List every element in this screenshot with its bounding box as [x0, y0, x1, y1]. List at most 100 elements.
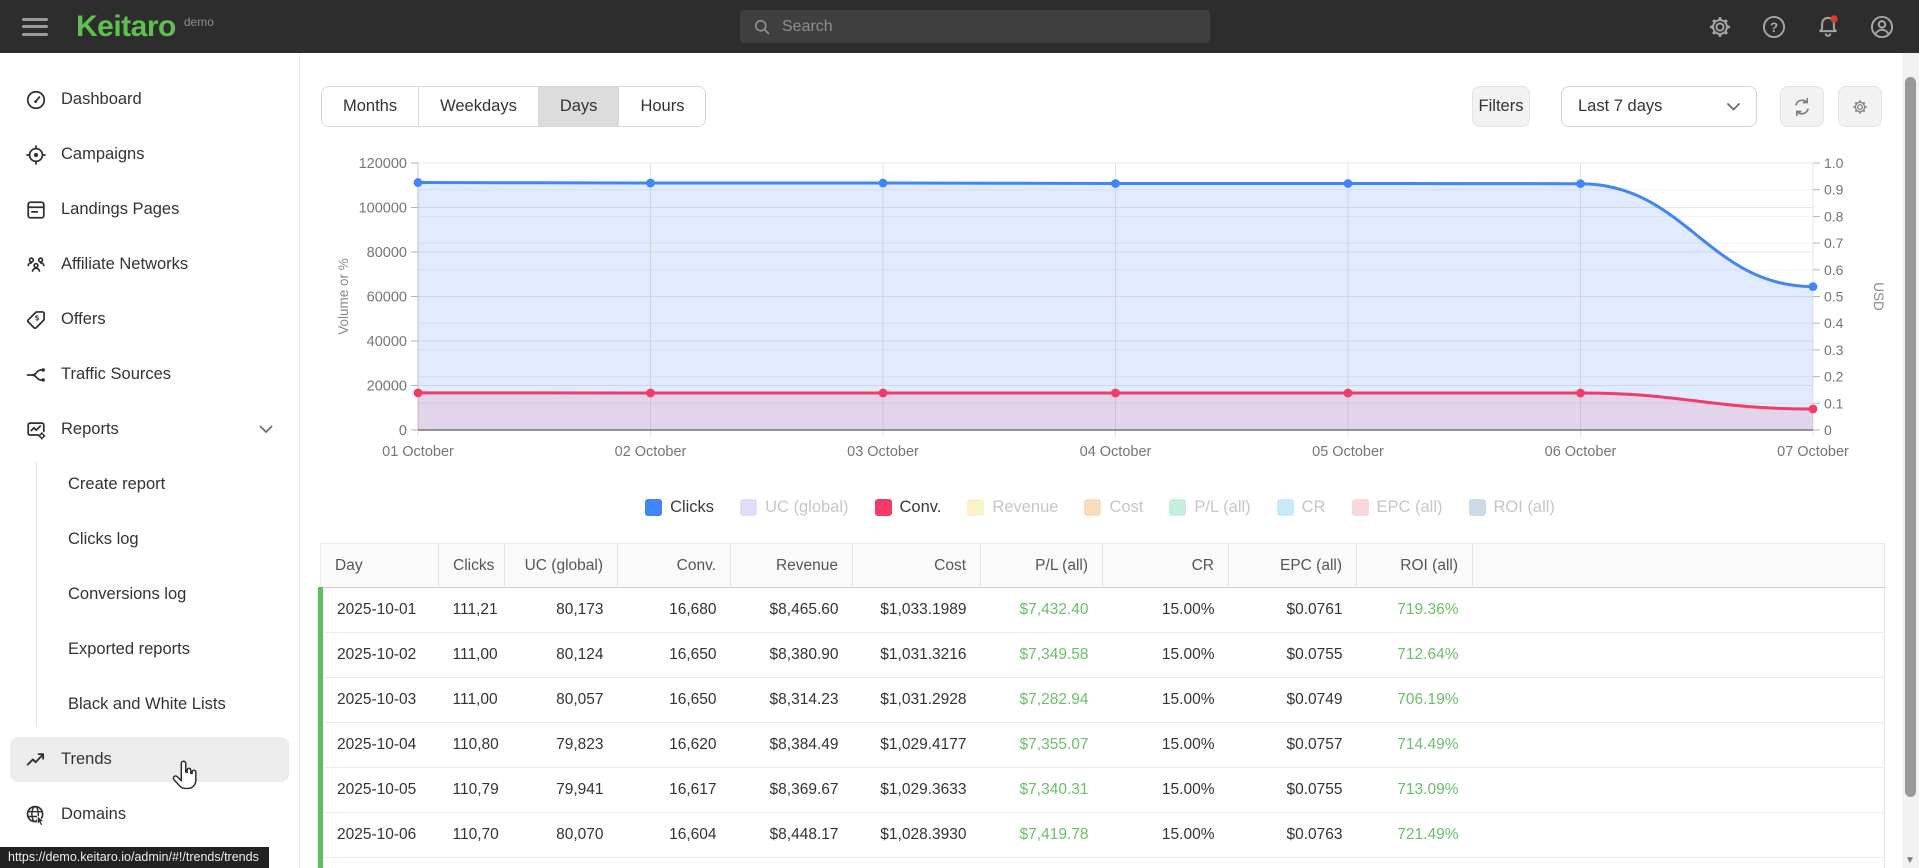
table-cell: 15.00%: [1102, 857, 1229, 868]
table-cell: $0.0751: [1228, 857, 1357, 868]
svg-text:20000: 20000: [367, 379, 407, 395]
table-cell: 79,941: [504, 767, 618, 813]
legend-label: EPC (all): [1376, 498, 1443, 516]
table-header-row: Day Clicks UC (global) Conv. Revenue Cost P/L …: [320, 543, 1885, 588]
svg-text:USD: USD: [1871, 282, 1886, 311]
date-range-select[interactable]: Last 7 days: [1561, 86, 1757, 127]
table-cell: $597.9863: [852, 857, 981, 868]
column-header[interactable]: Clicks: [438, 543, 505, 588]
traffic-sources-icon: [26, 367, 45, 382]
column-header[interactable]: CR: [1102, 543, 1229, 588]
table-cell: 110,80: [438, 722, 505, 768]
column-header[interactable]: UC (global): [504, 543, 618, 588]
notifications-bell-icon[interactable]: [1815, 14, 1841, 40]
table-cell: $8,369.67: [730, 767, 853, 813]
table-cell: 2025-10-01: [318, 587, 439, 633]
filters-button[interactable]: Filters: [1472, 86, 1530, 127]
trends-chart[interactable]: 0 20000 40000 60000 80000 100000 120000 0 0.1 0.2…: [318, 125, 1893, 475]
table-cell: $4,860.64: [730, 857, 853, 868]
sidebar-item-clicks-log[interactable]: Clicks log: [37, 517, 299, 562]
sidebar-item-conversions-log[interactable]: Conversions log: [37, 572, 299, 617]
sidebar-item-dashboard[interactable]: Dashboard: [0, 77, 299, 122]
legend-swatch: [1084, 499, 1102, 516]
legend-swatch: [967, 499, 985, 516]
table-cell: $7,355.07: [980, 722, 1103, 768]
status-url-bar: https://demo.keitaro.io/admin/#!/trends/…: [0, 847, 269, 868]
sidebar-item-affiliate-networks[interactable]: Affiliate Networks: [0, 242, 299, 287]
table-cell: 706.19%: [1356, 677, 1473, 723]
table-cell: $7,282.94: [980, 677, 1103, 723]
help-icon[interactable]: ?: [1761, 14, 1787, 40]
svg-text:0: 0: [399, 423, 407, 439]
tab-months[interactable]: Months: [322, 87, 420, 126]
legend-swatch: [1468, 499, 1486, 516]
table-cell: 16,650: [617, 632, 731, 678]
sidebar-item-landing-pages[interactable]: Landings Pages: [0, 187, 299, 232]
sidebar-item-exported-reports[interactable]: Exported reports: [37, 627, 299, 672]
account-icon[interactable]: [1869, 14, 1895, 40]
settings-gear-icon: [1853, 99, 1867, 114]
legend-swatch: [1351, 499, 1369, 516]
chevron-down-icon: [1727, 102, 1740, 111]
sidebar-item-domains[interactable]: Domains: [0, 792, 299, 837]
page-scrollbar[interactable]: ▼: [1902, 53, 1919, 868]
search-bar[interactable]: [740, 10, 1210, 43]
search-input[interactable]: [782, 17, 1182, 36]
table-cell: 110,79: [438, 767, 505, 813]
brand-logo[interactable]: Keitaro: [76, 10, 176, 44]
sidebar-item-black-and-white-lists[interactable]: Black and White Lists: [37, 682, 299, 727]
svg-text:02 October: 02 October: [615, 444, 687, 460]
sidebar-item-reports[interactable]: Reports: [0, 407, 299, 452]
chevron-down-icon: [259, 425, 273, 434]
sidebar-item-traffic-sources[interactable]: Traffic Sources: [0, 352, 299, 397]
legend-item[interactable]: ROI (all): [1468, 498, 1555, 517]
sidebar-item-trends[interactable]: Trends: [10, 737, 289, 782]
table-cell: 111,00: [438, 677, 505, 723]
table-cell: 2025-10-06: [318, 812, 439, 858]
chart-settings-button[interactable]: [1838, 86, 1882, 127]
table-cell: 80,124: [504, 632, 618, 678]
sidebar-item-label: Dashboard: [61, 90, 142, 108]
table-cell: 713.0%: [1356, 857, 1473, 868]
legend-item[interactable]: Revenue: [967, 498, 1058, 517]
svg-text:?: ?: [1770, 19, 1778, 34]
tab-weekdays[interactable]: Weekdays: [419, 87, 539, 126]
svg-text:0.7: 0.7: [1824, 235, 1844, 251]
table-cell: 16,604: [617, 812, 731, 858]
svg-text:80000: 80000: [367, 245, 407, 261]
table-cell: 713.09%: [1356, 767, 1473, 813]
column-header[interactable]: Day: [320, 543, 439, 588]
tab-hours[interactable]: Hours: [619, 87, 706, 126]
column-header[interactable]: EPC (all): [1228, 543, 1357, 588]
dashboard-icon: [26, 90, 46, 109]
sidebar-item-campaigns[interactable]: Campaigns: [0, 132, 299, 177]
table-cell: $0.0755: [1228, 767, 1357, 813]
legend-label: CR: [1301, 498, 1326, 516]
reports-icon: [27, 421, 46, 439]
column-header[interactable]: Revenue: [730, 543, 853, 588]
gear-icon[interactable]: [1707, 14, 1733, 40]
legend-item[interactable]: Cost: [1084, 498, 1143, 517]
refresh-button[interactable]: [1780, 86, 1824, 127]
column-header[interactable]: Cost: [852, 543, 981, 588]
tab-days[interactable]: Days: [538, 87, 620, 126]
legend-item[interactable]: Conv.: [874, 498, 941, 517]
sidebar-item-create-report[interactable]: Create report: [37, 462, 299, 507]
legend-item[interactable]: Clicks: [645, 498, 714, 517]
trends-table: Day Clicks UC (global) Conv. Revenue Cost P/L …: [318, 543, 1885, 868]
legend-item[interactable]: P/L (all): [1169, 498, 1251, 517]
scrollbar-thumb[interactable]: [1905, 77, 1916, 797]
legend-item[interactable]: EPC (all): [1351, 498, 1443, 517]
column-header[interactable]: Conv.: [617, 543, 731, 588]
hamburger-menu-icon[interactable]: [22, 17, 48, 36]
table-cell: 15.00%: [1102, 632, 1229, 678]
svg-text:0.5: 0.5: [1824, 289, 1844, 305]
column-header[interactable]: ROI (all): [1356, 543, 1473, 588]
scrollbar-down-arrow[interactable]: ▼: [1905, 855, 1915, 866]
table-cell: 16,650: [617, 677, 731, 723]
legend-item[interactable]: UC (global): [740, 498, 849, 517]
table-cell: $0.0755: [1228, 632, 1357, 678]
column-header[interactable]: P/L (all): [980, 543, 1103, 588]
sidebar-item-offers[interactable]: $ Offers: [0, 297, 299, 342]
legend-item[interactable]: CR: [1276, 498, 1326, 517]
